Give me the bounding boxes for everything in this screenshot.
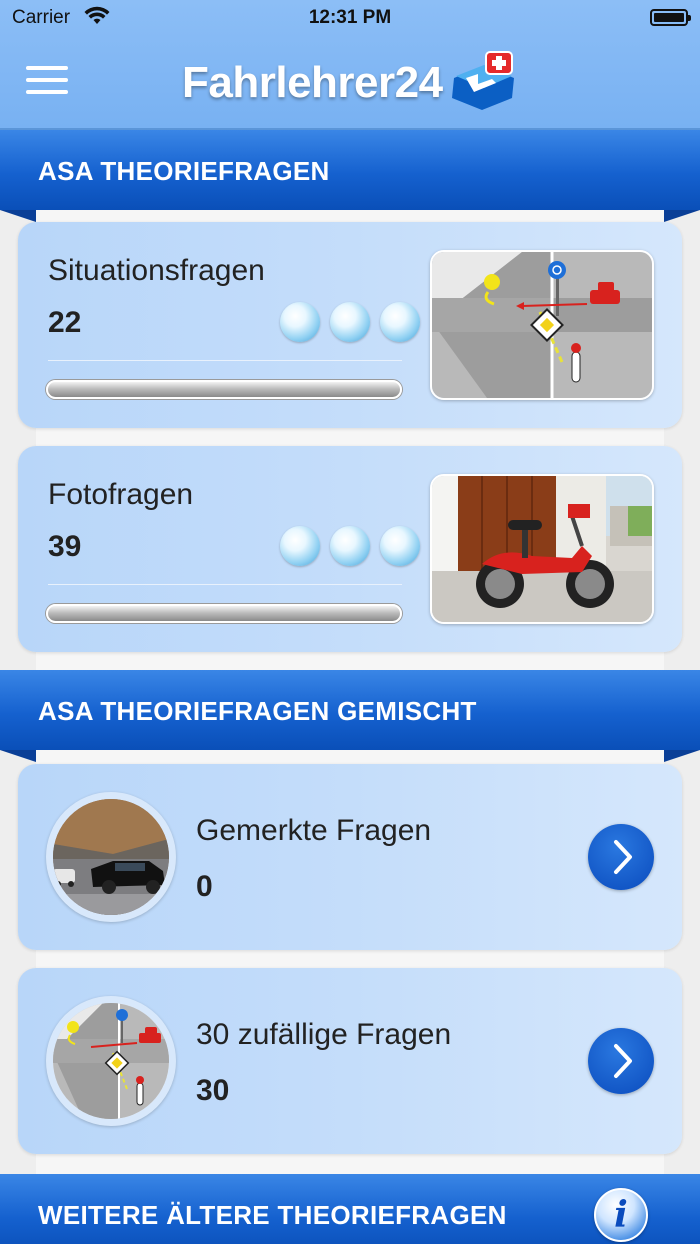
app-title: Fahrlehrer24 bbox=[182, 58, 443, 107]
card-title: Situationsfragen bbox=[48, 254, 265, 287]
chevron-right-icon[interactable] bbox=[588, 1028, 654, 1094]
section-header-asa: ASA THEORIEFRAGEN bbox=[0, 130, 700, 222]
chevron-right-icon[interactable] bbox=[588, 824, 654, 890]
card-title: Fotofragen bbox=[48, 478, 194, 511]
section-title: WEITERE ÄLTERE THEORIEFRAGEN bbox=[38, 1200, 507, 1230]
mixed-card-gemerkte-fragen[interactable]: Gemerkte Fragen 0 bbox=[18, 764, 682, 950]
card-count: 0 bbox=[196, 870, 213, 903]
situation-thumbnail bbox=[430, 250, 654, 400]
top-bar: Carrier 12:31 PM Fahrlehrer24 bbox=[0, 0, 700, 130]
card-title: 30 zufällige Fragen bbox=[196, 1018, 452, 1051]
status-bar: Carrier 12:31 PM bbox=[0, 0, 700, 36]
moped-photo bbox=[430, 474, 654, 624]
mixed-card-random-questions[interactable]: 30 zufällige Fragen 30 bbox=[18, 968, 682, 1154]
progress-bar bbox=[46, 380, 402, 399]
card-count: 39 bbox=[48, 530, 82, 563]
section-header-mixed: ASA THEORIEFRAGEN GEMISCHT bbox=[0, 670, 700, 762]
logo-icon bbox=[452, 51, 514, 110]
card-count: 30 bbox=[196, 1074, 230, 1107]
category-card-fotofragen[interactable]: Fotofragen 39 bbox=[18, 446, 682, 652]
card-title: Gemerkte Fragen bbox=[196, 814, 432, 847]
rating-dots bbox=[280, 302, 422, 342]
divider bbox=[48, 360, 402, 361]
progress-bar bbox=[46, 604, 402, 623]
category-card-situationsfragen[interactable]: Situationsfragen 22 bbox=[18, 222, 682, 428]
status-time: 12:31 PM bbox=[308, 7, 392, 28]
car-photo bbox=[46, 792, 176, 922]
menu-icon[interactable] bbox=[26, 66, 68, 96]
section-title: ASA THEORIEFRAGEN GEMISCHT bbox=[38, 696, 477, 726]
battery-icon bbox=[650, 9, 691, 26]
divider bbox=[48, 584, 402, 585]
situation-illustration bbox=[46, 996, 176, 1126]
section-title: ASA THEORIEFRAGEN bbox=[38, 156, 330, 186]
info-icon[interactable]: i bbox=[594, 1188, 648, 1242]
card-count: 22 bbox=[48, 306, 82, 339]
rating-dots bbox=[280, 526, 422, 566]
